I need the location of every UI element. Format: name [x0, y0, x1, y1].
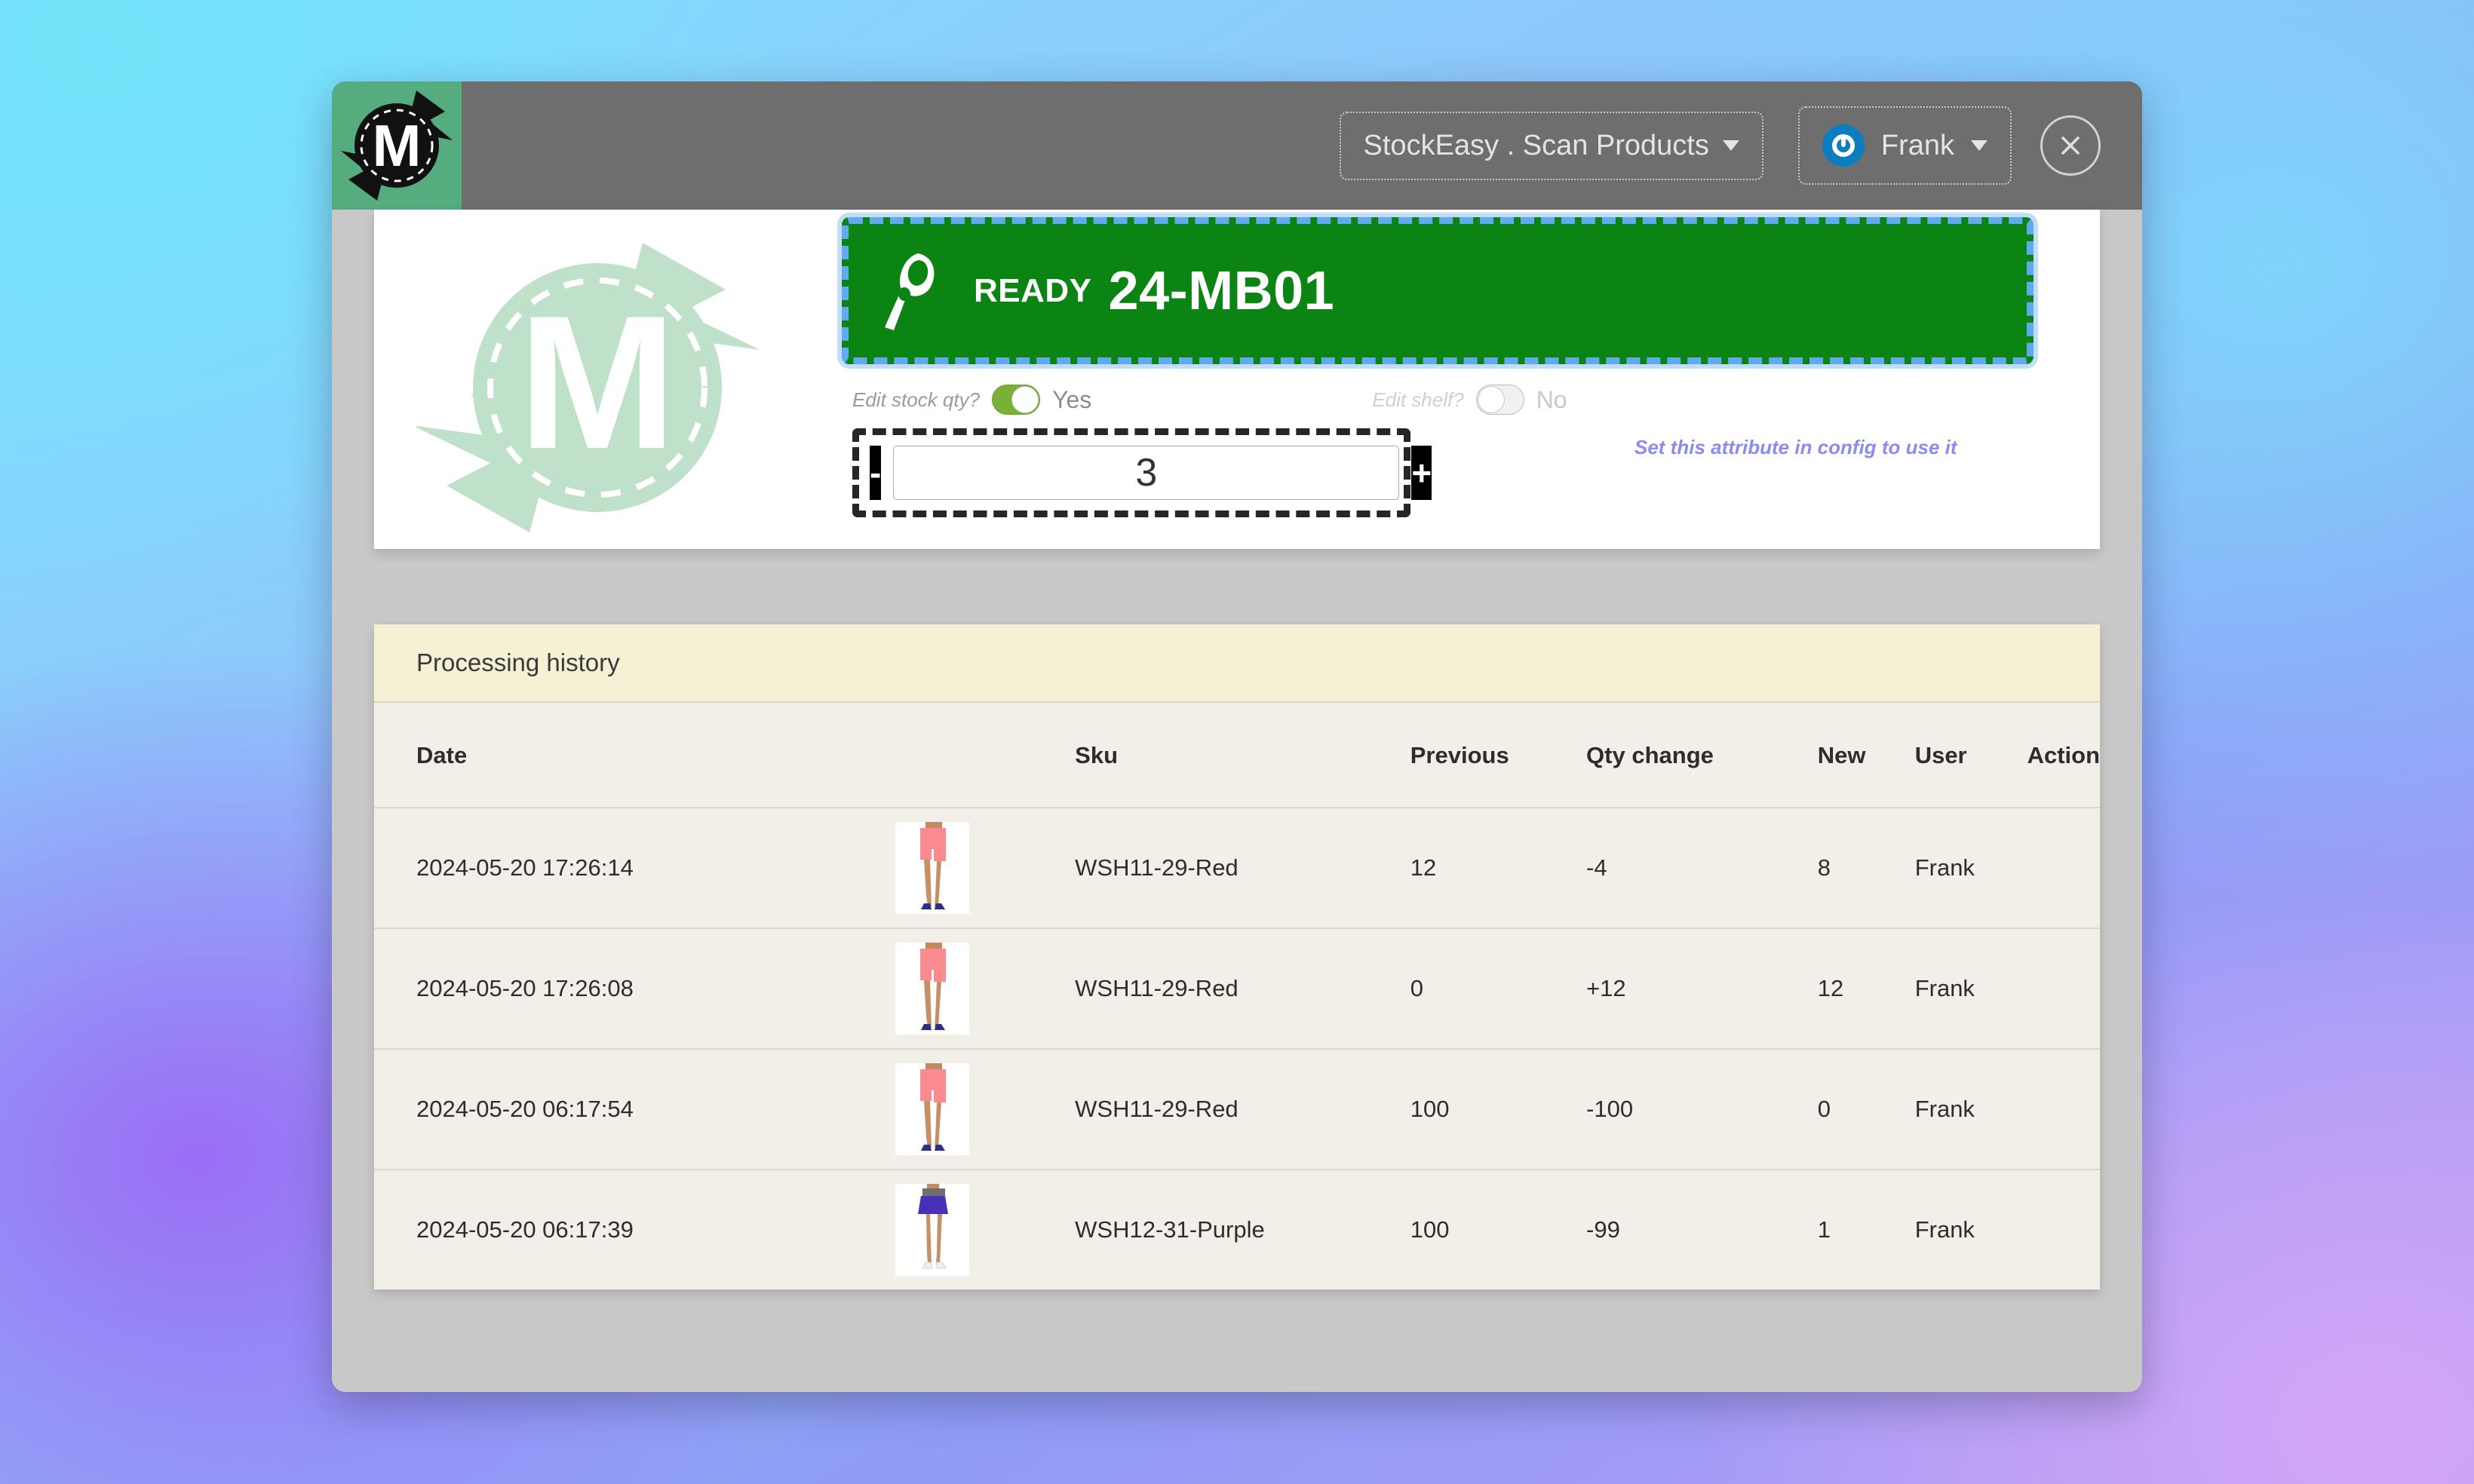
edit-stock-qty-state: Yes	[1052, 385, 1092, 413]
table-header-row: Date Sku Previous Qty change New User Ac…	[374, 703, 2100, 808]
scanner-status-label: READY	[974, 271, 1092, 309]
cell-thumbnail	[895, 928, 1076, 1049]
decrement-button[interactable]: -	[870, 446, 882, 500]
cell-qty-change: -100	[1586, 1048, 1818, 1170]
user-menu-dropdown[interactable]: Frank	[1797, 106, 2012, 185]
scanned-code-value: 24-MB01	[1108, 260, 1335, 321]
cell-previous: 100	[1410, 1169, 1587, 1289]
switch-knob	[1011, 386, 1039, 413]
column-header-action[interactable]: Action	[2027, 703, 2100, 808]
brand-logo-tile: M	[332, 81, 462, 210]
cell-date: 2024-05-20 17:26:08	[374, 928, 896, 1049]
edit-shelf-switch[interactable]	[1475, 385, 1524, 415]
cell-date: 2024-05-20 06:17:54	[374, 1048, 896, 1170]
edit-shelf-label: Edit shelf?	[1372, 388, 1464, 411]
user-menu-label: Frank	[1880, 129, 1954, 161]
cell-new: 8	[1817, 807, 1915, 928]
switch-knob	[1477, 386, 1505, 413]
scan-controls: READY 24-MB01 Edit stock qty? Yes Edit s…	[842, 210, 2100, 549]
processing-history-table: Date Sku Previous Qty change New User Ac…	[374, 703, 2100, 1289]
cell-new: 12	[1817, 928, 1915, 1049]
cell-date: 2024-05-20 06:17:39	[374, 1169, 896, 1289]
app-select-label: StockEasy . Scan Products	[1363, 129, 1709, 161]
cell-user: Frank	[1914, 1048, 2027, 1170]
cell-new: 1	[1817, 1169, 1915, 1289]
cell-previous: 0	[1410, 928, 1587, 1049]
cell-sku: WSH11-29-Red	[1075, 928, 1410, 1049]
barcode-scanner-gun-icon	[885, 253, 935, 330]
product-thumbnail-purple-skirt-icon	[895, 1184, 970, 1276]
scan-panel: M READY 24-MB01 Edit stock qty? Yes Edit…	[374, 210, 2100, 549]
table-row[interactable]: 2024-05-20 06:17:54 WSH11-29-Red 100 -10…	[374, 1048, 2100, 1170]
cell-sku: WSH11-29-Red	[1075, 1048, 1410, 1170]
chevron-down-icon	[1971, 140, 1987, 151]
action-selects-row: Do what: Add to stock qty Record this as…	[852, 547, 1369, 549]
quantity-input[interactable]	[893, 446, 1400, 500]
cell-user: Frank	[1914, 807, 2027, 928]
increment-button[interactable]: +	[1411, 446, 1432, 500]
processing-history-title: Processing history	[374, 624, 2100, 703]
power-icon	[1822, 124, 1865, 167]
cell-sku: WSH12-31-Purple	[1075, 1169, 1410, 1289]
product-thumbnail-pink-shorts-icon	[895, 822, 970, 914]
table-row[interactable]: 2024-05-20 06:17:39 WSH12-31-Purple 100 …	[374, 1169, 2100, 1289]
close-icon	[2061, 136, 2080, 155]
cell-qty-change: -4	[1586, 807, 1818, 928]
chevron-down-icon	[1722, 140, 1739, 151]
edit-stock-qty-switch[interactable]	[992, 385, 1041, 415]
record-as-field: Record this as: Stock received	[1128, 547, 1369, 549]
table-row[interactable]: 2024-05-20 17:26:08 WSH11-29-Red 0 +12 1…	[374, 928, 2100, 1049]
edit-stock-qty-toggle-group: Edit stock qty? Yes	[852, 385, 1091, 415]
table-row[interactable]: 2024-05-20 17:26:14 WSH11-29-Red 12 -4 8…	[374, 807, 2100, 928]
processing-history-panel: Processing history Date Sku Previous Qty…	[374, 624, 2100, 1289]
svg-text:M: M	[518, 277, 677, 489]
cell-action[interactable]	[2027, 1048, 2100, 1170]
watermark-logo-icon: M	[416, 243, 760, 532]
cell-previous: 12	[1410, 807, 1587, 928]
cell-thumbnail	[895, 1169, 1076, 1289]
column-header-sku[interactable]: Sku	[1075, 703, 1410, 808]
column-header-date[interactable]: Date	[374, 703, 895, 808]
column-header-qty-change[interactable]: Qty change	[1586, 703, 1818, 808]
edit-shelf-toggle-group: Edit shelf? No	[1372, 385, 1567, 415]
cell-previous: 100	[1410, 1048, 1587, 1170]
cell-user: Frank	[1914, 1169, 2027, 1289]
do-what-caption: Do what:	[852, 547, 1096, 549]
edit-shelf-state: No	[1536, 385, 1567, 413]
cell-qty-change: +12	[1586, 928, 1818, 1049]
column-header-new[interactable]: New	[1818, 703, 1915, 808]
app-select-dropdown[interactable]: StockEasy . Scan Products	[1339, 111, 1763, 180]
toggles-row: Edit stock qty? Yes Edit shelf? No	[852, 385, 2044, 415]
cell-qty-change: -99	[1586, 1169, 1818, 1289]
cell-action[interactable]	[2027, 1169, 2100, 1289]
quantity-stepper: - +	[852, 428, 1432, 517]
cell-action[interactable]	[2027, 807, 2100, 928]
do-what-field: Do what: Add to stock qty	[852, 547, 1096, 549]
cell-sku: WSH11-29-Red	[1075, 807, 1410, 928]
cell-thumbnail	[895, 1048, 1076, 1170]
column-header-image	[895, 703, 1075, 808]
app-window: M StockEasy . Scan Products Frank M READ…	[332, 81, 2142, 1392]
edit-stock-qty-label: Edit stock qty?	[852, 388, 981, 411]
config-attribute-link[interactable]: Set this attribute in config to use it	[1634, 436, 1957, 459]
cell-action[interactable]	[2027, 928, 2100, 1049]
table-body: 2024-05-20 17:26:14 WSH11-29-Red 12 -4 8…	[374, 807, 2100, 1289]
record-as-caption: Record this as:	[1128, 547, 1369, 549]
column-header-previous[interactable]: Previous	[1410, 703, 1586, 808]
column-header-user[interactable]: User	[1915, 703, 2027, 808]
cell-thumbnail	[895, 807, 1076, 928]
product-thumbnail-pink-shorts-icon	[895, 943, 970, 1035]
scanner-status-banner[interactable]: READY 24-MB01	[842, 217, 2034, 364]
cell-date: 2024-05-20 17:26:14	[374, 807, 896, 928]
logo-m-bolt-icon: M	[341, 90, 453, 201]
titlebar: M StockEasy . Scan Products Frank	[332, 81, 2142, 210]
svg-text:M: M	[373, 112, 422, 179]
close-button[interactable]	[2040, 115, 2101, 176]
product-thumbnail-pink-shorts-icon	[895, 1063, 970, 1155]
cell-user: Frank	[1914, 928, 2027, 1049]
cell-new: 0	[1817, 1048, 1915, 1170]
